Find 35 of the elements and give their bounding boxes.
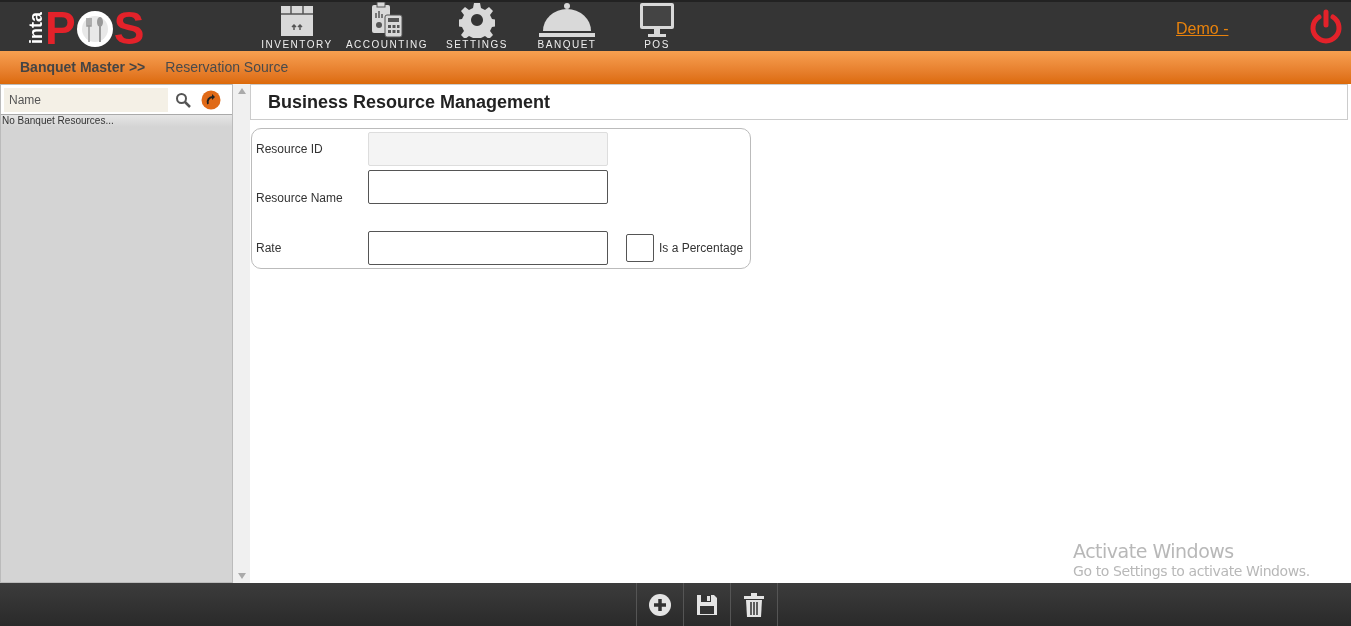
breadcrumb-parent[interactable]: Banquet Master >> [20,57,146,78]
form-title: Business Resource Management [268,90,551,114]
trash-icon [743,592,764,617]
refresh-icon[interactable] [201,89,221,110]
logo-text: P [45,4,76,51]
user-link[interactable]: Demo - [1176,17,1229,41]
power-icon[interactable] [1308,9,1344,45]
nav-button[interactable]: SETTINGS [432,1,522,52]
activation-title: Activate Windows [1073,540,1234,562]
logo-text: inta [27,10,45,46]
nav-button[interactable]: POS [612,1,702,52]
breadcrumb-current: Reservation Source [165,58,289,77]
checkbox-label: Is a Percentage [659,240,744,257]
search-icon[interactable] [175,91,191,108]
calculator-icon [369,1,405,38]
save-icon [695,593,718,616]
field-label: Resource ID [256,141,324,158]
add-icon [647,592,672,617]
gear-icon [459,1,495,38]
logo-text: S [113,4,145,51]
field-label: Resource Name [256,190,344,207]
box-icon [279,3,315,38]
cloche-icon [537,1,597,38]
empty-list-text: No Banquet Resources... [1,115,232,127]
checkbox[interactable] [626,234,654,262]
search-field[interactable]: Name [4,87,168,112]
nav-button[interactable]: INVENTORY [252,1,342,52]
input-field[interactable] [368,231,608,265]
nav-button[interactable]: ACCOUNTING [342,1,432,52]
plate-icon [75,9,114,48]
input-field[interactable] [368,170,608,204]
monitor-icon [639,1,675,38]
activation-text: Go to Settings to activate Windows. [1073,563,1310,579]
field-label: Rate [256,240,283,257]
nav-button[interactable]: BANQUET [522,1,612,52]
